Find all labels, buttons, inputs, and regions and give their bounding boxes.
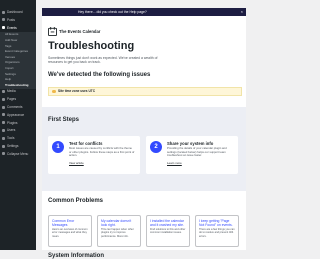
first-steps-heading: First Steps: [48, 117, 80, 123]
step-card-conflicts: 1 Test for conflicts Most issues are cau…: [48, 136, 140, 174]
sidebar-item-label: Media: [7, 89, 16, 94]
sidebar-item-label: Settings: [7, 144, 19, 148]
page-intro: Sometimes things just don't work as expe…: [48, 56, 158, 65]
settings-icon: [2, 144, 5, 148]
sidebar-item-label: Comments: [7, 105, 23, 109]
problem-description: There are a few things you can do to res…: [199, 228, 235, 238]
notice-text[interactable]: Hey there... did you check out the Help …: [78, 8, 147, 16]
step-card-system-info: 2 Share your system info Providing the d…: [146, 136, 238, 174]
sidebar-item-label: All Events: [5, 32, 19, 37]
users-icon: [2, 129, 5, 133]
page-title: Troubleshooting: [48, 40, 135, 52]
events-calendar-logo-icon: [48, 27, 57, 36]
help-notice-banner: Hey there... did you check out the Help …: [42, 8, 246, 16]
step-description: Providing the details of your calendar p…: [167, 146, 227, 158]
admin-sidebar: Dashboard Posts Events All Events Add New Tag…: [0, 0, 36, 250]
sidebar-item-label: Settings: [5, 71, 16, 76]
problem-card[interactable]: My calendar doesn't look right. This can…: [97, 215, 141, 247]
sidebar-item-label: Event Categories: [5, 49, 29, 54]
step-description: Most issues are caused by conflicts with…: [69, 146, 135, 158]
sidebar-item-collapse-menu[interactable]: Collapse Menu: [0, 151, 36, 159]
sidebar-item-events[interactable]: Events: [0, 25, 36, 33]
calendar-icon: [2, 26, 5, 30]
issues-heading: We've detected the following issues: [48, 72, 151, 78]
pages-icon: [2, 97, 5, 101]
problem-card[interactable]: I installed the calendar and it crashed …: [146, 215, 190, 247]
sidebar-item-label: Appearance: [7, 112, 25, 117]
logo-text: The Events Calendar: [59, 29, 101, 34]
sidebar-item-label: Tools: [7, 136, 15, 141]
sidebar-item-label: Help: [5, 77, 12, 82]
sidebar-item-tools[interactable]: Tools: [0, 135, 36, 143]
collapse-icon: [2, 152, 5, 156]
system-info-heading: System Information: [48, 253, 105, 259]
problem-title[interactable]: I keep getting "Page Not Found" on event…: [199, 219, 235, 227]
step-link[interactable]: View article: [69, 161, 84, 165]
sidebar-item-appearance[interactable]: Appearance: [0, 112, 36, 120]
sidebar-item-comments[interactable]: Comments: [0, 104, 36, 112]
sidebar-item-users[interactable]: Users: [0, 127, 36, 135]
sidebar-item-plugins[interactable]: Plugins: [0, 120, 36, 128]
sidebar-item-label: Import: [5, 66, 14, 70]
sidebar-item-label: Organizers: [5, 60, 20, 65]
pin-icon: [2, 18, 5, 22]
brush-icon: [2, 113, 5, 117]
troubleshooting-panel: The Events Calendar Troubleshooting Some…: [42, 16, 246, 259]
comments-icon: [2, 105, 5, 109]
sidebar-item-dashboard[interactable]: Dashboard: [0, 9, 36, 17]
step-number: 2: [150, 141, 162, 153]
sidebar-item-label: Pages: [7, 97, 17, 102]
sidebar-item-settings[interactable]: Settings: [0, 143, 36, 151]
sidebar-item-label: Posts: [7, 17, 15, 22]
issue-item[interactable]: Site time zone uses UTC: [48, 87, 242, 96]
main-content: Hey there... did you check out the Help …: [36, 0, 250, 259]
sidebar-item-label: Users: [7, 128, 16, 133]
sidebar-item-label: Add New: [5, 38, 18, 42]
sidebar-item-posts[interactable]: Posts: [0, 17, 36, 25]
problem-title[interactable]: I installed the calendar and it crashed …: [150, 219, 186, 227]
sidebar-item-label: Troubleshooting: [5, 82, 29, 87]
problem-card[interactable]: Common Error Messages Here's an overview…: [48, 215, 92, 247]
problem-title[interactable]: Common Error Messages: [52, 219, 88, 227]
sidebar-item-label: Dashboard: [7, 10, 23, 14]
sidebar-item-label: Tags: [5, 43, 12, 48]
tools-icon: [2, 136, 5, 140]
problem-card[interactable]: I keep getting "Page Not Found" on event…: [195, 215, 239, 247]
problem-description: This can happen when other plugins try t…: [101, 228, 134, 238]
common-problems-heading: Common Problems: [48, 198, 104, 204]
step-number: 1: [52, 141, 64, 153]
sidebar-item-media[interactable]: Media: [0, 88, 36, 96]
close-icon[interactable]: ×: [241, 8, 243, 16]
warning-icon: [52, 89, 56, 93]
problem-description: Find solutions to this and other common …: [150, 228, 186, 235]
sidebar-item-label: Collapse Menu: [7, 151, 29, 156]
issue-text: Site time zone uses UTC: [58, 89, 96, 93]
sidebar-item-label: Venues: [5, 54, 16, 59]
problem-title[interactable]: My calendar doesn't look right.: [101, 219, 137, 227]
problem-description: Here's an overview of common error messa…: [52, 228, 88, 238]
sidebar-item-pages[interactable]: Pages: [0, 96, 36, 104]
plugin-icon: [2, 121, 5, 125]
sidebar-item-label: Plugins: [7, 120, 18, 125]
dashboard-icon: [2, 10, 5, 14]
media-icon: [2, 90, 5, 94]
sidebar-item-label: Events: [7, 25, 17, 30]
step-link[interactable]: Learn more: [167, 161, 182, 165]
